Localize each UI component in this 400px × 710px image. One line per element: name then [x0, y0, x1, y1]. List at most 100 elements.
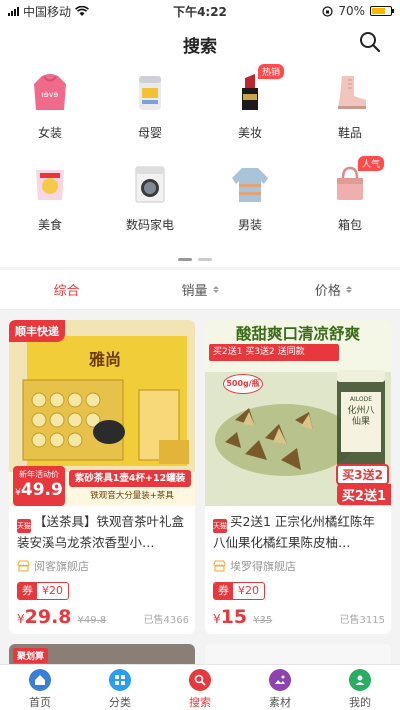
status-right: 70%: [252, 4, 394, 18]
product-title: 天猫 【送茶具】铁观音茶叶礼盒装安溪乌龙茶浓香型小…: [17, 512, 189, 552]
battery-icon: [370, 6, 394, 16]
category-badge: 人气: [357, 156, 384, 171]
tmall-tag-icon: 天猫: [17, 519, 31, 533]
coupon-label: 券: [18, 583, 37, 599]
deal-price: 49.9: [20, 480, 63, 500]
product-price: 15: [220, 606, 248, 628]
sort-comprehensive[interactable]: 综合: [0, 270, 133, 309]
sort-sales[interactable]: 销量: [133, 270, 266, 309]
product-price: 29.8: [24, 606, 72, 628]
category-grid: ıɘvɘ 女装 母婴 热销 美妆 鞋品 美食 数码家电 男装 人气 箱包: [0, 64, 400, 267]
sold-count: 已售3115: [339, 615, 385, 626]
shop-row[interactable]: 埃罗得旗舰店: [213, 558, 296, 574]
sort-label: 价格: [314, 284, 341, 299]
sort-price[interactable]: 价格: [267, 270, 400, 309]
category-label: 鞋品: [337, 126, 362, 140]
status-time: 下午4:22: [173, 4, 227, 19]
category-label: 母婴: [137, 126, 162, 140]
jar-label: 化州八仙果: [347, 406, 375, 427]
sort-label: 综合: [53, 284, 80, 299]
handbag-icon: 人气: [328, 156, 384, 206]
shop-row[interactable]: 阅客旗舰店: [17, 558, 89, 574]
category-makeup[interactable]: 热销 美妆: [200, 64, 300, 154]
lipstick-icon: 热销: [228, 64, 284, 114]
tab-profile[interactable]: 我的: [320, 665, 400, 710]
sort-bar: 综合 销量 价格: [0, 270, 400, 310]
tab-category[interactable]: 分类: [80, 665, 160, 710]
offer-badge-2: 买2送1: [336, 484, 391, 505]
category-icon: [109, 669, 131, 691]
product-image: 顺丰快递 雅尚 新年活动价 ¥49.9元 紫砂茶具1壶4杯+12罐装 铁观音大分…: [9, 320, 195, 520]
product-card[interactable]: 顺丰快递 雅尚 新年活动价 ¥49.9元 紫砂茶具1壶4杯+12罐装 铁观音大分…: [9, 320, 195, 634]
sweater-icon: [228, 162, 272, 206]
original-price: ¥35: [253, 615, 273, 626]
category-bags[interactable]: 人气 箱包: [300, 156, 400, 246]
snack-icon: [28, 162, 72, 206]
original-price: ¥49.8: [77, 615, 107, 626]
home-icon: [29, 669, 51, 691]
category-baby[interactable]: 母婴: [100, 64, 200, 154]
tab-label: 我的: [349, 696, 371, 709]
weight-badge: 500g/瓶: [223, 374, 263, 394]
deal-label: 新年活动价 ¥49.9元: [13, 466, 65, 520]
material-icon: [269, 669, 291, 691]
tab-label: 分类: [109, 696, 131, 709]
price-row: ¥ 29.8 ¥49.8 已售4366: [17, 606, 189, 628]
app-screen: 中国移动 下午4:22 70% 搜索 ıɘvɘ 女装 母婴 热销 美妆 鞋品 美…: [0, 0, 400, 710]
tab-label: 素材: [269, 696, 291, 709]
category-food[interactable]: 美食: [0, 156, 100, 246]
search-tab-icon: [189, 669, 211, 691]
category-electronics[interactable]: 数码家电: [100, 156, 200, 246]
category-label: 美妆: [237, 126, 262, 140]
shop-icon: [213, 560, 226, 572]
category-shoes[interactable]: 鞋品: [300, 64, 400, 154]
sort-arrows-icon: [212, 286, 219, 293]
search-icon[interactable]: [358, 30, 382, 54]
category-men[interactable]: 男装: [200, 156, 300, 246]
product-title: 天猫 买2送1 正宗化州橘红陈年八仙果化橘红果陈皮柚…: [213, 512, 385, 552]
category-label: 箱包: [337, 218, 362, 232]
shop-name: 阅客旗舰店: [34, 560, 89, 573]
product-image: 酸甜爽口清凉舒爽 买2送1 买3送2 送同款 500g/瓶 AILODE 化州八…: [205, 320, 391, 506]
signal-icon: [8, 6, 19, 16]
price-currency: ¥: [17, 612, 25, 626]
coupon-value: ¥20: [42, 584, 63, 597]
tab-home[interactable]: 首页: [0, 665, 80, 710]
promo-line: 紫砂茶具1壶4杯+12罐装: [69, 470, 191, 487]
tab-label: 首页: [29, 696, 51, 709]
status-left: 中国移动: [8, 3, 148, 20]
tab-material[interactable]: 素材: [240, 665, 320, 710]
milk-powder-icon: [128, 70, 172, 114]
orientation-lock-icon: [322, 5, 333, 17]
coupon-label: 券: [214, 583, 233, 599]
page-indicator: [178, 258, 212, 261]
product-card[interactable]: 酸甜爽口清凉舒爽 买2送1 买3送2 送同款 500g/瓶 AILODE 化州八…: [205, 320, 391, 634]
category-label: 数码家电: [125, 218, 174, 232]
product-title-text: 买2送1 正宗化州橘红陈年八仙果化橘红果陈皮柚…: [213, 514, 375, 550]
promo-strip: 买2送1 买3送2 送同款: [209, 344, 339, 361]
header: 搜索: [0, 22, 400, 64]
wifi-icon: [75, 5, 89, 16]
headline: 酸甜爽口清凉舒爽: [235, 325, 360, 343]
hoodie-icon: ıɘvɘ: [28, 70, 72, 114]
battery-label: 70%: [338, 4, 365, 18]
coupon-value: ¥20: [238, 584, 259, 597]
shop-icon: [17, 560, 30, 572]
coupon-badge[interactable]: 券 ¥20: [17, 582, 69, 600]
price-row: ¥ 15 ¥35 已售3115: [213, 606, 385, 628]
promo-sub: 铁观音大分量装+茶具: [90, 491, 174, 501]
tab-bar: 首页 分类 搜索 素材 我的: [0, 664, 400, 710]
tab-label: 搜索: [189, 696, 211, 709]
product-title-text: 【送茶具】铁观音茶叶礼盒装安溪乌龙茶浓香型小…: [17, 514, 185, 550]
coupon-badge[interactable]: 券 ¥20: [213, 582, 265, 600]
jar-brand: AILODE: [349, 396, 373, 403]
tab-search[interactable]: 搜索: [160, 665, 240, 710]
category-women[interactable]: ıɘvɘ 女装: [0, 64, 100, 154]
brand-text: 雅尚: [89, 350, 122, 369]
svg-text:ıɘvɘ: ıɘvɘ: [42, 90, 59, 99]
express-tag: 顺丰快递: [9, 320, 65, 342]
sort-arrows-icon: [345, 286, 352, 293]
price-currency: ¥: [213, 612, 221, 626]
category-label: 女装: [37, 126, 62, 140]
deal-label-text: 新年活动价: [19, 470, 59, 479]
